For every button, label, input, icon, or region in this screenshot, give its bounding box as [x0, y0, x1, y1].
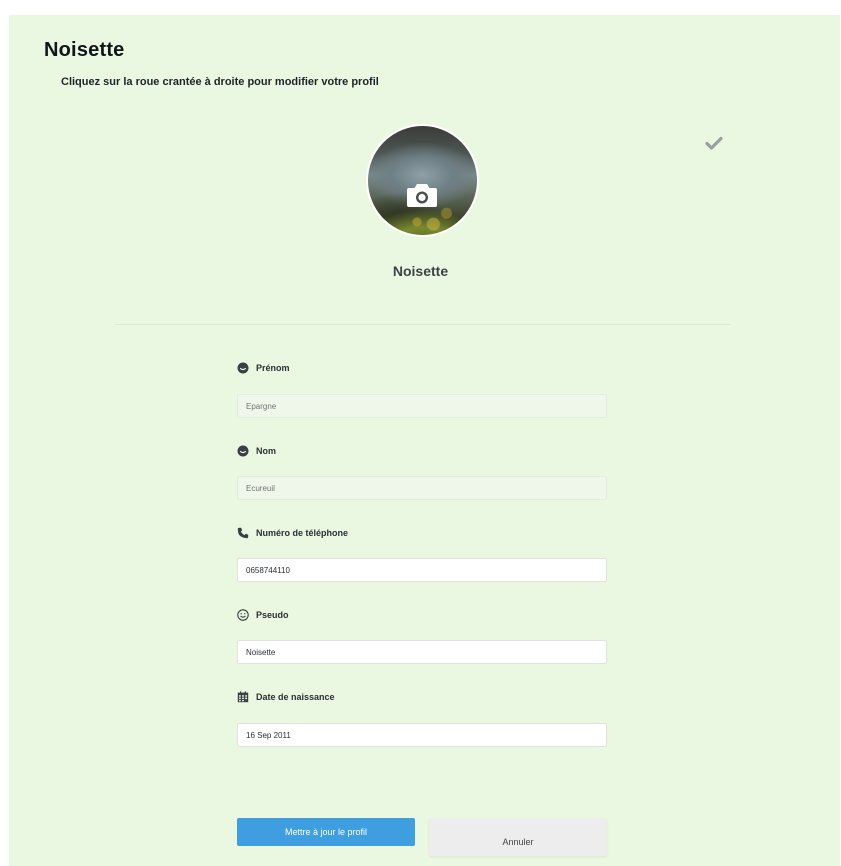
phone-icon	[237, 527, 249, 539]
birthdate-label: Date de naissance	[237, 689, 335, 705]
page-subtitle: Cliquez sur la roue crantée à droite pou…	[61, 76, 379, 88]
calendar-icon	[237, 691, 249, 703]
nickname-label: Pseudo	[237, 607, 289, 623]
last-name-label-text: Nom	[256, 446, 276, 456]
smiley-icon	[237, 609, 249, 621]
first-name-field[interactable]	[237, 394, 607, 418]
user-face-icon	[237, 445, 249, 457]
last-name-label: Nom	[237, 443, 276, 459]
phone-label-text: Numéro de téléphone	[256, 528, 349, 538]
confirm-button[interactable]	[704, 133, 724, 153]
phone-label: Numéro de téléphone	[237, 525, 348, 541]
camera-icon	[407, 184, 437, 207]
nickname-label-text: Pseudo	[256, 610, 289, 620]
phone-field[interactable]	[237, 558, 607, 582]
profile-display-name: Noisette	[392, 263, 449, 279]
checkmark-icon	[705, 136, 723, 150]
avatar-upload[interactable]	[366, 124, 479, 237]
update-profile-button[interactable]: Mettre à jour le profil	[237, 818, 415, 846]
page-title: Noisette	[44, 39, 125, 61]
nickname-field[interactable]	[237, 640, 607, 664]
first-name-label: Prénom	[237, 360, 290, 376]
user-face-icon	[237, 362, 249, 374]
birthdate-field[interactable]	[237, 723, 607, 747]
section-divider	[115, 324, 731, 325]
last-name-field[interactable]	[237, 476, 607, 500]
birthdate-label-text: Date de naissance	[256, 692, 335, 702]
first-name-label-text: Prénom	[256, 363, 290, 373]
cancel-button[interactable]: Annuler	[429, 818, 607, 856]
